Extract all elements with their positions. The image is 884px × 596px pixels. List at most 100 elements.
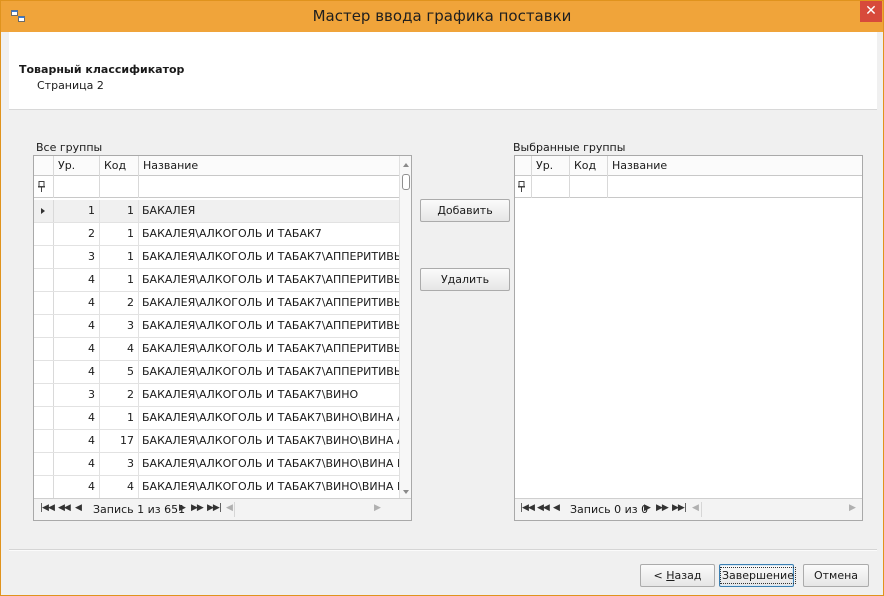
column-header-level[interactable]: Ур. <box>532 156 570 176</box>
next-page-icon[interactable]: ▶▶ <box>656 503 669 513</box>
row-indicator[interactable] <box>34 361 54 383</box>
cell-level[interactable]: 4 <box>54 430 100 452</box>
filter-cell-name[interactable] <box>139 176 399 198</box>
row-indicator[interactable] <box>34 223 54 245</box>
cell-code[interactable]: 3 <box>100 453 139 475</box>
table-row[interactable]: 2 1 БАКАЛЕЯ\АЛКОГОЛЬ И ТАБАК7 <box>34 223 399 246</box>
selected-groups-filter-row[interactable] <box>515 176 862 198</box>
cell-name[interactable]: БАКАЛЕЯ\АЛКОГОЛЬ И ТАБАК7\ВИНО\ВИНА А… <box>139 407 399 429</box>
column-header-level[interactable]: Ур. <box>54 156 100 176</box>
all-groups-vscroll[interactable] <box>399 156 411 498</box>
remove-button[interactable]: Удалить <box>420 268 510 291</box>
hscroll-right-icon[interactable]: ▶ <box>849 503 856 513</box>
hscroll-track[interactable] <box>234 502 235 517</box>
cell-level[interactable]: 4 <box>54 476 100 498</box>
filter-cell-level[interactable] <box>532 176 570 198</box>
cell-level[interactable]: 4 <box>54 453 100 475</box>
column-header-code[interactable]: Код <box>570 156 608 176</box>
table-row[interactable]: 1 1 БАКАЛЕЯ <box>34 200 399 223</box>
cell-name[interactable]: БАКАЛЕЯ\АЛКОГОЛЬ И ТАБАК7\ВИНО\ВИНА Б… <box>139 453 399 475</box>
table-row[interactable]: 3 2 БАКАЛЕЯ\АЛКОГОЛЬ И ТАБАК7\ВИНО <box>34 384 399 407</box>
hscroll-track[interactable] <box>701 502 702 517</box>
row-indicator[interactable] <box>34 338 54 360</box>
cancel-button[interactable]: Отмена <box>803 564 869 587</box>
prev-page-icon[interactable]: ◀◀ <box>537 503 550 513</box>
table-row[interactable]: 4 17 БАКАЛЕЯ\АЛКОГОЛЬ И ТАБАК7\ВИНО\ВИНА А… <box>34 430 399 453</box>
cell-code[interactable]: 5 <box>100 361 139 383</box>
cell-level[interactable]: 4 <box>54 269 100 291</box>
table-row[interactable]: 4 5 БАКАЛЕЯ\АЛКОГОЛЬ И ТАБАК7\АППЕРИТИВЫ,… <box>34 361 399 384</box>
filter-cell-code[interactable] <box>570 176 608 198</box>
finish-button[interactable]: Завершение <box>719 564 796 587</box>
hscroll-right-icon[interactable]: ▶ <box>374 503 381 513</box>
cell-name[interactable]: БАКАЛЕЯ\АЛКОГОЛЬ И ТАБАК7\АППЕРИТИВЫ,… <box>139 292 399 314</box>
cell-level[interactable]: 4 <box>54 315 100 337</box>
column-header-code[interactable]: Код <box>100 156 139 176</box>
row-indicator[interactable] <box>34 453 54 475</box>
table-row[interactable]: 4 4 БАКАЛЕЯ\АЛКОГОЛЬ И ТАБАК7\АППЕРИТИВЫ,… <box>34 338 399 361</box>
column-header-name[interactable]: Название <box>608 156 862 176</box>
cell-code[interactable]: 1 <box>100 223 139 245</box>
cell-name[interactable]: БАКАЛЕЯ\АЛКОГОЛЬ И ТАБАК7\ВИНО <box>139 384 399 406</box>
last-record-icon[interactable]: ▶▶| <box>672 503 687 513</box>
cell-name[interactable]: БАКАЛЕЯ\АЛКОГОЛЬ И ТАБАК7\АППЕРИТИВЫ,… <box>139 246 399 268</box>
cell-level[interactable]: 2 <box>54 223 100 245</box>
cell-level[interactable]: 4 <box>54 338 100 360</box>
row-indicator[interactable] <box>34 315 54 337</box>
cell-code[interactable]: 2 <box>100 384 139 406</box>
hscroll-left-icon[interactable]: ◀ <box>226 503 233 513</box>
cell-name[interactable]: БАКАЛЕЯ\АЛКОГОЛЬ И ТАБАК7\АППЕРИТИВЫ,… <box>139 338 399 360</box>
scroll-down-arrow-icon[interactable] <box>403 490 409 494</box>
cell-code[interactable]: 1 <box>100 200 139 222</box>
filter-cell-name[interactable] <box>608 176 862 198</box>
cell-code[interactable]: 17 <box>100 430 139 452</box>
next-record-icon[interactable]: ▶ <box>644 503 651 513</box>
row-indicator[interactable] <box>34 476 54 498</box>
row-indicator[interactable] <box>34 200 54 222</box>
selected-groups-grid[interactable]: Ур. Код Название |◀◀ ◀◀ ◀ Запись 0 из 0 … <box>514 155 863 521</box>
cell-name[interactable]: БАКАЛЕЯ\АЛКОГОЛЬ И ТАБАК7\АППЕРИТИВЫ,… <box>139 269 399 291</box>
cell-code[interactable]: 1 <box>100 269 139 291</box>
cell-code[interactable]: 3 <box>100 315 139 337</box>
filter-cell-code[interactable] <box>100 176 139 198</box>
prev-record-icon[interactable]: ◀ <box>75 503 82 513</box>
cell-name[interactable]: БАКАЛЕЯ\АЛКОГОЛЬ И ТАБАК7 <box>139 223 399 245</box>
cell-name[interactable]: БАКАЛЕЯ\АЛКОГОЛЬ И ТАБАК7\АППЕРИТИВЫ,… <box>139 315 399 337</box>
cell-name[interactable]: БАКАЛЕЯ\АЛКОГОЛЬ И ТАБАК7\ВИНО\ВИНА Б… <box>139 476 399 498</box>
column-header-name[interactable]: Название <box>139 156 399 176</box>
table-row[interactable]: 4 3 БАКАЛЕЯ\АЛКОГОЛЬ И ТАБАК7\ВИНО\ВИНА Б… <box>34 453 399 476</box>
hscroll-left-icon[interactable]: ◀ <box>692 503 699 513</box>
scroll-up-arrow-icon[interactable] <box>403 163 409 167</box>
table-row[interactable]: 4 4 БАКАЛЕЯ\АЛКОГОЛЬ И ТАБАК7\ВИНО\ВИНА Б… <box>34 476 399 499</box>
all-groups-grid[interactable]: Ур. Код Название 1 1 БАКАЛЕЯ 2 1 БАКАЛЕЯ\АЛКО… <box>33 155 412 521</box>
cell-name[interactable]: БАКАЛЕЯ\АЛКОГОЛЬ И ТАБАК7\АППЕРИТИВЫ,… <box>139 361 399 383</box>
close-button[interactable]: ✕ <box>860 1 882 22</box>
row-indicator[interactable] <box>34 292 54 314</box>
table-row[interactable]: 4 1 БАКАЛЕЯ\АЛКОГОЛЬ И ТАБАК7\АППЕРИТИВЫ,… <box>34 269 399 292</box>
prev-record-icon[interactable]: ◀ <box>553 503 560 513</box>
cell-level[interactable]: 4 <box>54 292 100 314</box>
table-row[interactable]: 4 2 БАКАЛЕЯ\АЛКОГОЛЬ И ТАБАК7\АППЕРИТИВЫ,… <box>34 292 399 315</box>
cell-code[interactable]: 1 <box>100 246 139 268</box>
back-button[interactable]: < Назад <box>640 564 715 587</box>
first-record-icon[interactable]: |◀◀ <box>40 503 55 513</box>
all-groups-filter-row[interactable] <box>34 176 399 198</box>
row-indicator[interactable] <box>34 407 54 429</box>
last-record-icon[interactable]: ▶▶| <box>207 503 222 513</box>
cell-name[interactable]: БАКАЛЕЯ <box>139 200 399 222</box>
cell-code[interactable]: 4 <box>100 338 139 360</box>
cell-level[interactable]: 1 <box>54 200 100 222</box>
add-button[interactable]: Добавить <box>420 199 510 222</box>
row-indicator[interactable] <box>34 246 54 268</box>
prev-page-icon[interactable]: ◀◀ <box>58 503 71 513</box>
cell-level[interactable]: 4 <box>54 361 100 383</box>
first-record-icon[interactable]: |◀◀ <box>520 503 535 513</box>
next-page-icon[interactable]: ▶▶ <box>191 503 204 513</box>
table-row[interactable]: 3 1 БАКАЛЕЯ\АЛКОГОЛЬ И ТАБАК7\АППЕРИТИВЫ,… <box>34 246 399 269</box>
row-indicator[interactable] <box>34 384 54 406</box>
table-row[interactable]: 4 3 БАКАЛЕЯ\АЛКОГОЛЬ И ТАБАК7\АППЕРИТИВЫ,… <box>34 315 399 338</box>
cell-code[interactable]: 1 <box>100 407 139 429</box>
cell-name[interactable]: БАКАЛЕЯ\АЛКОГОЛЬ И ТАБАК7\ВИНО\ВИНА А… <box>139 430 399 452</box>
title-bar[interactable]: Мастер ввода графика поставки ✕ <box>1 1 883 32</box>
cell-code[interactable]: 2 <box>100 292 139 314</box>
